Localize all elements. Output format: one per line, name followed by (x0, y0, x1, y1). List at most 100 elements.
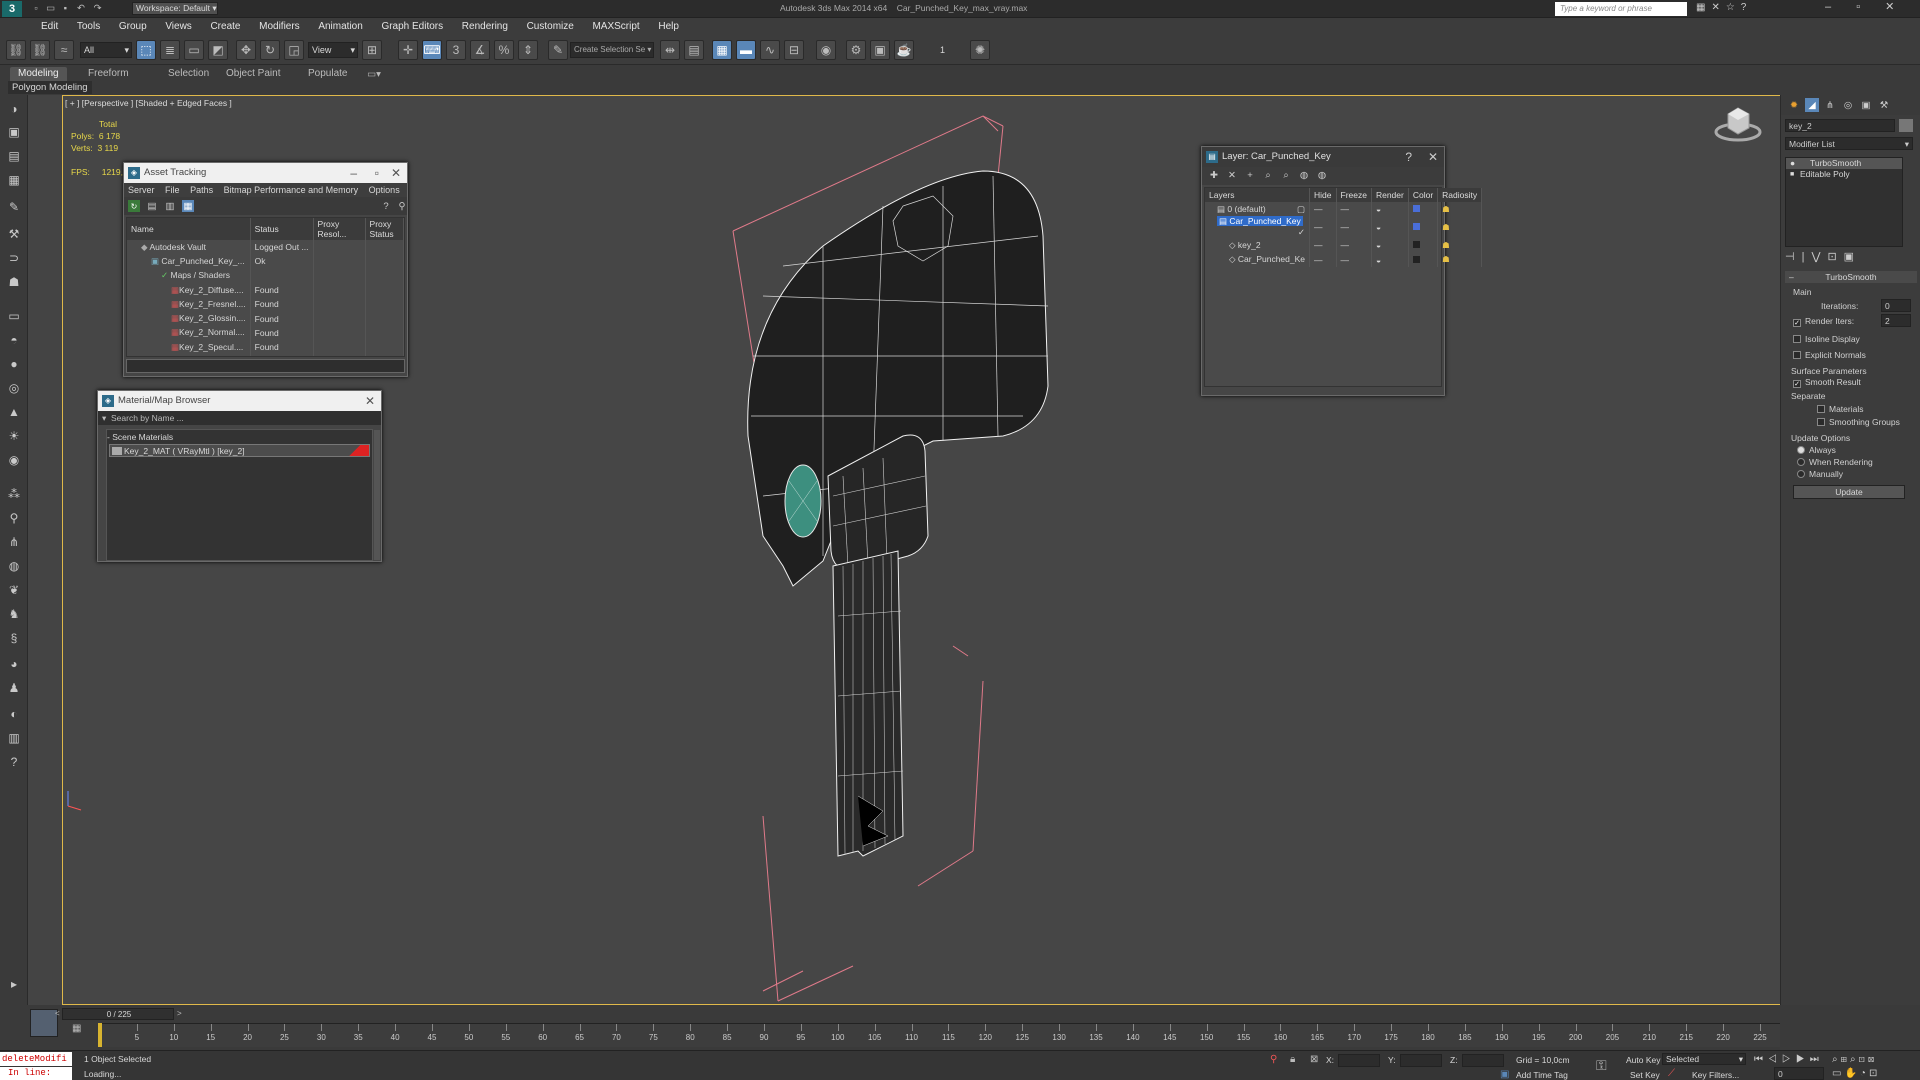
tab-object-paint[interactable]: Object Paint (218, 67, 288, 81)
align-icon[interactable]: ▤ (684, 40, 704, 60)
select-object-icon[interactable]: ⬚ (136, 40, 156, 60)
absolute-mode-icon[interactable]: ⊠ (1310, 1054, 1318, 1065)
modifier-list-dropdown[interactable]: Modifier List ▾ (1785, 137, 1913, 150)
stack-controls[interactable]: ⊣|⋁⊡▣ (1785, 250, 1913, 264)
z-coord-field[interactable] (1462, 1054, 1504, 1067)
key-selection-dropdown[interactable]: Selected ▾ (1662, 1053, 1746, 1065)
box-icon[interactable]: ▣ (5, 123, 23, 141)
people-icon[interactable]: ♞ (5, 605, 23, 623)
layer-color-swatch[interactable] (1412, 223, 1420, 231)
layer-row[interactable]: ◇ key_2— — ◒ ☗ (1205, 238, 1483, 253)
display-icon[interactable]: ◐ (5, 705, 23, 723)
hierarchy-icon[interactable]: ⋔ (5, 533, 23, 551)
ribbon-panel-label[interactable]: Polygon Modeling (8, 81, 92, 94)
schematic-view-icon[interactable]: ⊟ (784, 40, 804, 60)
graphite-ribbon-icon[interactable]: ▬ (736, 40, 756, 60)
object-color-swatch[interactable] (1899, 119, 1913, 132)
disc-icon[interactable]: ◉ (5, 451, 23, 469)
table-view-icon[interactable]: ▦ (182, 200, 194, 212)
layer-manager-icon[interactable]: ▦ (712, 40, 732, 60)
leaf-icon[interactable]: ❦ (5, 581, 23, 599)
iterations-spinner[interactable]: 0 (1881, 299, 1911, 312)
layer-color-swatch[interactable] (1412, 241, 1420, 249)
isolate-selection-icon[interactable]: ⚲ (1270, 1054, 1277, 1065)
render-iters-checkbox[interactable]: ✓ Render Iters: (1793, 316, 1854, 327)
tools-icon[interactable]: ⚒ (5, 225, 23, 243)
restore-icon[interactable]: ▫ (1856, 1, 1860, 13)
menu-rendering[interactable]: Rendering (454, 18, 516, 35)
menu-bitmap-performance[interactable]: Bitmap Performance and Memory (220, 185, 363, 195)
orbit-icon[interactable]: ◑ (5, 100, 23, 118)
x-coord-field[interactable] (1338, 1054, 1380, 1067)
key-mode-icon[interactable]: ⟋ (1668, 1068, 1675, 1079)
asset-path-field[interactable] (126, 359, 405, 373)
menu-group[interactable]: Group (111, 18, 155, 35)
curve-editor-icon[interactable]: ∿ (760, 40, 780, 60)
table-row[interactable]: ▦Key_2_Specul.... Found (127, 340, 404, 355)
angle-snap-icon[interactable]: ∡ (470, 40, 490, 60)
minimize-icon[interactable]: – (350, 163, 357, 183)
help-icon[interactable]: ? (1405, 147, 1412, 167)
close-window-icon[interactable]: ✕ (1885, 1, 1894, 13)
keyboard-shortcut-override-icon[interactable]: ⌨ (422, 40, 442, 60)
col-layers[interactable]: Layers (1205, 188, 1311, 202)
scene-materials-group[interactable]: - Scene Materials (107, 430, 372, 442)
update-manually-radio[interactable]: Manually (1797, 469, 1843, 479)
table-row[interactable]: ▦Key_2_Fresnel.... Found (127, 297, 404, 312)
col-render[interactable]: Render (1371, 188, 1409, 202)
hierarchy-tab-icon[interactable]: ⋔ (1823, 98, 1837, 112)
col-color[interactable]: Color (1408, 188, 1439, 202)
tab-modeling[interactable]: Modeling (10, 67, 67, 81)
menu-views[interactable]: Views (157, 18, 200, 35)
hook-icon[interactable]: ⊃ (5, 249, 23, 267)
menu-modifiers[interactable]: Modifiers (251, 18, 308, 35)
select-link-icon[interactable]: ⛓ (6, 40, 26, 60)
rectangular-selection-icon[interactable]: ▭ (184, 40, 204, 60)
separate-smoothing-groups-checkbox[interactable]: Smoothing Groups (1817, 417, 1900, 427)
layer-color-swatch[interactable] (1412, 205, 1420, 213)
close-icon[interactable]: ✕ (365, 391, 375, 411)
walker-icon[interactable]: ☗ (5, 273, 23, 291)
tab-selection[interactable]: Selection (160, 67, 217, 81)
material-search-input[interactable]: ▾ Search by Name ... (98, 411, 381, 425)
layer-row[interactable]: ◇ Car_Punched_Ke — — ◒ ☗ (1205, 252, 1483, 267)
new-file-icon[interactable]: ▫ (30, 3, 42, 14)
layer-row[interactable]: ▤ 0 (default) ▢ — — ◒ ☗ (1205, 202, 1483, 217)
sphere-icon[interactable]: ● (5, 355, 23, 373)
mini-listener-toggle[interactable] (30, 1009, 58, 1037)
torus-icon[interactable]: ◎ (5, 379, 23, 397)
object-name-field[interactable]: key_2 (1785, 119, 1895, 132)
select-scale-icon[interactable]: ◲ (284, 40, 304, 60)
utilities-tab-icon[interactable]: ⚒ (1877, 98, 1891, 112)
motion-tab-icon[interactable]: ◎ (1841, 98, 1855, 112)
timeline-ruler[interactable]: 0510152025303540455055606570758085909510… (98, 1023, 1780, 1047)
table-row[interactable]: ◆ Autodesk Vault Logged Out ... (127, 240, 404, 255)
tab-populate[interactable]: Populate (300, 67, 355, 81)
modify-tab-icon[interactable]: ◢ (1805, 98, 1819, 112)
app-logo-icon[interactable]: 3 (2, 1, 22, 17)
infocenter-icons[interactable]: ▦✕☆? (1696, 2, 1752, 13)
menu-customize[interactable]: Customize (519, 18, 582, 35)
lock-selection-icon[interactable]: 🔒︎ (1290, 1054, 1295, 1065)
globe-icon[interactable]: ◍ (5, 557, 23, 575)
menu-animation[interactable]: Animation (310, 18, 370, 35)
list-view-icon[interactable]: ▤ (146, 200, 158, 212)
particles-icon[interactable]: ⁂ (5, 485, 23, 503)
time-next-icon[interactable]: > (177, 1009, 182, 1018)
layer-row[interactable]: ▤ Car_Punched_Key ✓ — — ◒ ☗ (1205, 216, 1483, 239)
teapot-icon[interactable]: ◕ (5, 655, 23, 673)
select-rotate-icon[interactable]: ↻ (260, 40, 280, 60)
material-list-scrollbar[interactable] (374, 430, 380, 560)
open-file-icon[interactable]: ▭ (45, 3, 57, 14)
update-always-radio[interactable]: Always (1797, 445, 1836, 455)
ribbon-options-icon[interactable]: ▭▾ (366, 68, 382, 80)
material-item-key2[interactable]: Key_2_MAT ( VRayMtl ) [key_2] (109, 444, 370, 457)
bind-space-warp-icon[interactable]: ≈ (54, 40, 74, 60)
reference-coordinate-dropdown[interactable]: View ▾ (308, 42, 358, 58)
window-crossing-icon[interactable]: ◩ (208, 40, 228, 60)
spinner-snap-icon[interactable]: ⇕ (518, 40, 538, 60)
freeze-all-icon[interactable]: ◍ (1316, 170, 1328, 181)
help-icon[interactable]: ? (5, 753, 23, 771)
select-in-layer-icon[interactable]: ⌕ (1262, 170, 1274, 181)
detail-view-icon[interactable]: ▥ (164, 200, 176, 212)
